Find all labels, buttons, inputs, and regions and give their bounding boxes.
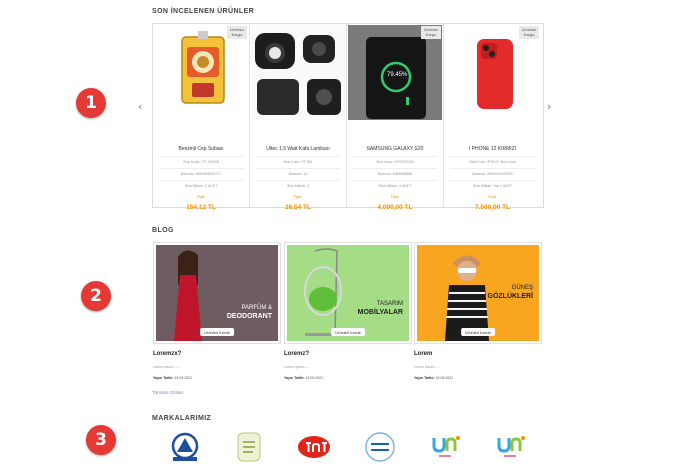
product-barcode: Barkodu: 5465488888 (377, 172, 413, 176)
product-stock: Stok Miktarı: 0 (286, 184, 310, 188)
product-price: 4.000,00 TL (377, 204, 413, 211)
blog-card[interactable]: GÜNEŞ GÖZLÜKLERİ Ürünleri İncele (414, 242, 542, 344)
tablet-charging-icon[interactable]: 79.45% (348, 25, 442, 120)
product-stock: Stok Miktarı: 2 ADET (184, 184, 218, 188)
product-code: Stok Kodu: CP-724008 (183, 160, 219, 164)
product-barcode: Barkodu: 8469825000717 (180, 172, 222, 176)
blog-post-title[interactable]: Lorem (414, 351, 432, 357)
annotation-marker-3: 3 (86, 425, 116, 455)
product-name[interactable]: Ultec 1,5 Watt Kafa Lambası (250, 146, 346, 152)
show-all-link[interactable]: Tümünü Göster (152, 390, 183, 395)
unibaby-logo-icon[interactable] (429, 432, 463, 462)
banner-line1: TASARIM (376, 301, 403, 307)
blog-post-date: Yayın Tarihi: 15.09.2021 (284, 376, 324, 380)
divider (353, 156, 437, 157)
product-code: Stok Kodu: ST-551 (283, 160, 313, 164)
blog-post-title[interactable]: Loremzx? (153, 351, 181, 357)
divider (256, 156, 340, 157)
headlamp-icon[interactable] (251, 25, 346, 120)
product-code: Stok Kodu: IPH022 Stok kodu (469, 160, 516, 164)
free-shipping-badge: Ücretsiz Kargo (227, 26, 247, 39)
pocket-heater-icon[interactable] (154, 25, 248, 120)
recent-products-carousel: Ücretsiz Kargo Benzinli Cep Sobası Stok … (152, 23, 544, 211)
view-products-button[interactable]: Ürünleri İncele (331, 328, 365, 336)
product-card[interactable]: 79.45% Ücretsiz Kargo SAMSUNG GALAXY S20… (347, 24, 444, 211)
price-label: Fiyat: (293, 195, 303, 199)
product-card[interactable]: Ücretsiz Kargo Benzinli Cep Sobası Stok … (153, 24, 250, 211)
product-card[interactable]: Ultec 1,5 Watt Kafa Lambası Stok Kodu: S… (250, 24, 347, 211)
banner-line1: GÜNEŞ (511, 285, 533, 291)
price-label: Fiyat: (196, 195, 206, 199)
annotation-marker-1: 1 (76, 88, 106, 118)
product-name[interactable]: Benzinli Cep Sobası (153, 146, 249, 152)
woman-red-dress-icon[interactable]: PARFÜM & DEODORANT Ürünleri İncele (156, 245, 278, 341)
product-price: 7.500,00 TL (474, 204, 511, 211)
divider (256, 168, 340, 169)
view-products-button[interactable]: Ürünleri İncele (461, 328, 495, 336)
divider (450, 168, 535, 169)
erikli-logo-icon[interactable] (363, 432, 397, 462)
divider (159, 168, 243, 169)
blog-card[interactable]: PARFÜM & DEODORANT Ürünleri İncele (153, 242, 281, 344)
product-price: 154,12 TL (186, 204, 216, 211)
woman-sunglasses-icon[interactable]: GÜNEŞ GÖZLÜKLERİ Ürünleri İncele (417, 245, 539, 341)
divider (159, 156, 243, 157)
product-card[interactable]: Ücretsiz Kargo I PHONE 12 KIRMIZI Stok K… (444, 24, 541, 211)
banner-line2: GÖZLÜKLERİ (487, 292, 534, 300)
evyap-logo-icon[interactable] (232, 432, 266, 462)
carousel-next-icon[interactable]: › (547, 100, 551, 113)
divider (353, 168, 437, 169)
carousel-prev-icon[interactable]: ‹ (138, 100, 142, 113)
annotation-marker-2: 2 (81, 281, 111, 311)
blog-post-summary: Lorem İpsum....... (414, 365, 442, 369)
blog-post-summary: Lorem İpsum....... (153, 365, 181, 369)
view-products-button[interactable]: Ürünleri İncele (200, 328, 234, 336)
product-barcode: Barkodu: 6866000000000 (472, 172, 513, 176)
hanging-chair-icon[interactable]: TASARIM MOBİLYALAR Ürünleri İncele (287, 245, 409, 341)
banner-line2: DEODORANT (226, 312, 272, 320)
product-name[interactable]: I PHONE 12 KIRMIZI (444, 146, 541, 152)
price-label: Fiyat: (390, 195, 400, 199)
product-barcode: Barkodu: 13 (288, 172, 308, 176)
product-name[interactable]: SAMSUNG GALAXY S20 (347, 146, 443, 152)
price-label: Fiyat: (488, 195, 497, 199)
blog-title: BLOG (152, 227, 174, 234)
tablet-battery-text: 79.45% (387, 72, 408, 78)
divider (159, 180, 243, 181)
banner-line1: PARFÜM & (241, 305, 272, 311)
divider (256, 180, 340, 181)
unibaby-logo-icon[interactable] (494, 432, 528, 462)
aksoft-logo-icon[interactable] (168, 432, 202, 462)
brands-title: MARKALARIMIZ (152, 415, 212, 422)
banner-line2: MOBİLYALAR (357, 308, 403, 316)
blog-post-date: Yayın Tarihi: 15.09.2021 (153, 376, 193, 380)
product-stock: Stok Miktarı: Yok 1 ADET (472, 184, 513, 188)
product-stock: Stok Miktarı: 3 ADET (378, 184, 412, 188)
recent-products-title: SON İNCELENEN ÜRÜNLER (152, 8, 255, 15)
red-iphone-icon[interactable] (445, 25, 540, 120)
blog-card[interactable]: TASARIM MOBİLYALAR Ürünleri İncele (284, 242, 412, 344)
product-code: Stok Kodu: 9702002100 (376, 160, 414, 164)
blog-post-date: Yayın Tarihi: 15.06.2021 (414, 376, 454, 380)
product-price: 26,54 TL (284, 204, 311, 211)
divider (450, 180, 535, 181)
free-shipping-badge: Ücretsiz Kargo (421, 26, 441, 39)
blog-post-summary: Lorem İpsum....... (284, 365, 312, 369)
divider (353, 180, 437, 181)
blog-post-title[interactable]: Loremz? (284, 351, 309, 357)
tat-logo-icon[interactable] (297, 432, 331, 462)
free-shipping-badge: Ücretsiz Kargo (519, 26, 539, 39)
divider (450, 156, 535, 157)
